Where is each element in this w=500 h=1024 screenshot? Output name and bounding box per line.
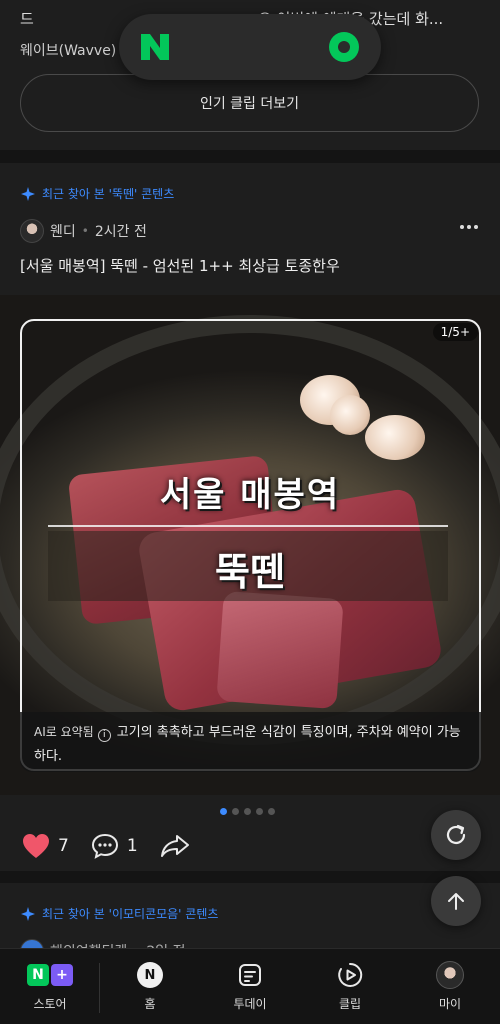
recommend-header-text-2: 최근 찾아 본 '이모티콘모음' 콘텐츠 xyxy=(42,907,219,921)
recommend-header: 최근 찾아 본 '뚝뗀' 콘텐츠 xyxy=(20,185,174,202)
scroll-to-top-button[interactable] xyxy=(431,876,481,926)
image-counter: 1/5+ xyxy=(432,323,478,341)
post-time: 2시간 전 xyxy=(94,224,147,240)
nav-item-my[interactable]: 마이 xyxy=(400,949,500,1024)
feed-card: 최근 찾아 본 '뚝뗀' 콘텐츠 웬디 • 2시간 전 [서울 매봉역] 뚝뗀 … xyxy=(0,163,500,871)
heart-icon xyxy=(23,834,49,858)
nav-icon-holder xyxy=(336,961,364,989)
pagination-dot[interactable] xyxy=(232,808,239,815)
ai-summary-box[interactable]: AI로 요약됨 i 고기의 촉촉하고 부드러운 식감이 특징이며, 주차와 예약이 … xyxy=(20,712,481,772)
previous-card-title: 드 xyxy=(20,10,34,28)
today-icon xyxy=(239,964,261,986)
nav-icon-holder: N + xyxy=(27,961,73,989)
refresh-icon xyxy=(446,824,466,844)
comment-count: 1 xyxy=(126,836,138,856)
clip-source[interactable]: 웨이브(Wavve) xyxy=(20,40,116,60)
profile-avatar xyxy=(436,961,464,989)
arrow-up-icon xyxy=(448,893,464,910)
more-options-icon[interactable] xyxy=(460,225,478,229)
info-icon[interactable]: i xyxy=(97,729,111,742)
ai-summary-text: 고기의 촉촉하고 부드러운 식감이 특징이며, 주차와 예약이 가능하다. xyxy=(34,725,461,764)
image-pagination xyxy=(220,808,275,815)
comment-icon xyxy=(91,833,118,859)
nav-icon-holder: N xyxy=(137,961,163,989)
action-bar: 7 1 xyxy=(22,833,212,859)
author-avatar[interactable] xyxy=(20,219,44,243)
post-title[interactable]: [서울 매봉역] 뚝뗀 - 엄선된 1++ 최상급 토종한우 xyxy=(20,255,340,276)
pagination-dot[interactable] xyxy=(268,808,275,815)
more-popular-clips-button[interactable]: 인기 클립 더보기 xyxy=(20,74,479,132)
nav-item-store[interactable]: N + 스토어 xyxy=(0,949,100,1024)
nav-item-clip[interactable]: 클립 xyxy=(300,949,400,1024)
sparkle-icon xyxy=(21,186,35,201)
nav-icon-holder xyxy=(436,961,464,989)
nav-label-today: 투데이 xyxy=(233,997,267,1011)
nav-label-clip: 클립 xyxy=(338,997,362,1011)
clip-play-icon xyxy=(338,962,363,987)
share-icon xyxy=(160,835,189,857)
bottom-nav: N + 스토어 N 홈 투데이 클립 마이 xyxy=(0,948,500,1024)
ai-summary-tag: AI로 요약됨 xyxy=(34,725,94,739)
sparkle-icon xyxy=(21,906,35,921)
refresh-button[interactable] xyxy=(431,810,481,860)
like-count: 7 xyxy=(58,836,69,856)
naver-n-logo xyxy=(141,34,169,60)
nav-item-home[interactable]: N 홈 xyxy=(100,949,200,1024)
nav-label-my: 마이 xyxy=(438,997,462,1011)
pagination-dot[interactable] xyxy=(256,808,263,815)
author-name[interactable]: 웬디 xyxy=(50,221,76,241)
post-image[interactable]: 1/5+ 서울 매봉역 뚝뗀 AI로 요약됨 i 고기의 촉촉하고 부드러운 식감이… xyxy=(0,295,500,795)
comment-button[interactable]: 1 xyxy=(91,833,138,859)
recommend-header-text: 최근 찾아 본 '뚝뗀' 콘텐츠 xyxy=(42,187,175,201)
nav-icon-holder xyxy=(237,961,263,989)
green-circle-icon[interactable] xyxy=(329,32,359,62)
naver-floating-bar[interactable] xyxy=(119,14,381,80)
like-button[interactable]: 7 xyxy=(22,833,69,859)
overlay-location: 서울 매봉역 xyxy=(159,475,341,515)
nav-label-store: 스토어 xyxy=(33,997,67,1011)
overlay-divider xyxy=(48,525,448,527)
share-button[interactable] xyxy=(160,833,190,859)
separator-dot: • xyxy=(81,224,89,238)
home-icon: N xyxy=(137,962,163,988)
author-row[interactable]: 웬디 • 2시간 전 xyxy=(20,219,147,243)
nav-item-today[interactable]: 투데이 xyxy=(200,949,300,1024)
nav-label-home: 홈 xyxy=(144,997,156,1011)
naver-plus-store-icon: N + xyxy=(27,964,73,986)
recommend-header-2: 최근 찾아 본 '이모티콘모음' 콘텐츠 xyxy=(20,905,218,922)
overlay-restaurant-name: 뚝뗀 xyxy=(215,550,285,594)
pagination-dot[interactable] xyxy=(220,808,227,815)
pagination-dot[interactable] xyxy=(244,808,251,815)
